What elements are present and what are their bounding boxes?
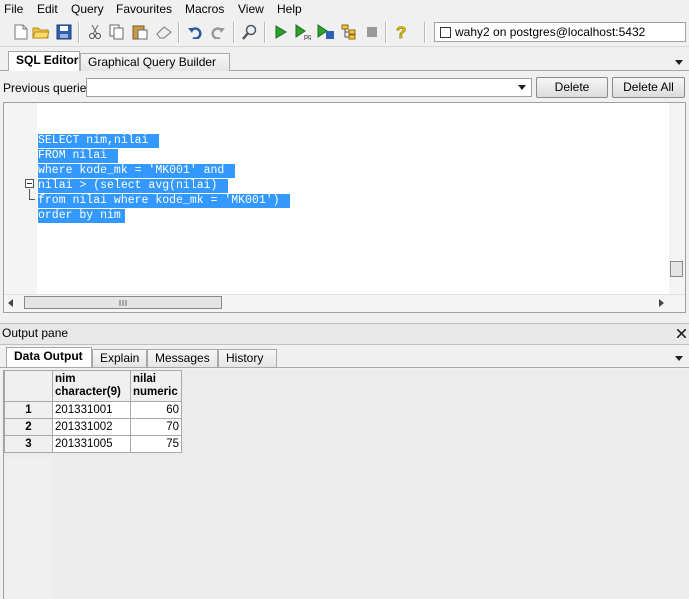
toolbar-separator [233, 22, 235, 43]
column-header-nilai[interactable]: nilai numeric [130, 370, 182, 402]
row-number[interactable]: 3 [4, 435, 53, 453]
explain-icon[interactable] [340, 23, 358, 41]
toolbar-separator [178, 22, 180, 43]
cut-icon[interactable] [86, 23, 104, 41]
sql-line: order by nim [38, 209, 125, 223]
corner-cell[interactable] [4, 370, 53, 402]
new-icon[interactable] [12, 23, 30, 41]
sql-line: FROM nilai [38, 149, 118, 163]
editor-tab-strip: SQL Editor Graphical Query Builder [0, 48, 689, 71]
menu-file[interactable]: File [4, 2, 23, 17]
close-icon[interactable] [677, 329, 686, 338]
cell-nilai[interactable]: 60 [130, 401, 182, 419]
tab-sql-editor[interactable]: SQL Editor [8, 51, 80, 71]
menu-query[interactable]: Query [71, 2, 104, 17]
sql-line: SELECT nim,nilai [38, 134, 160, 148]
sql-line: from nilai where kode_mk = 'MK001') [38, 194, 291, 208]
column-name: nilai [133, 373, 157, 385]
open-icon[interactable] [32, 23, 50, 41]
column-type: character(9) [55, 386, 121, 398]
menu-help[interactable]: Help [277, 2, 302, 17]
tab-messages[interactable]: Messages [147, 349, 218, 367]
scroll-left-icon[interactable] [8, 299, 14, 307]
row-number[interactable]: 1 [4, 401, 53, 419]
table-row[interactable]: 1 201331001 60 [4, 401, 182, 419]
editor-horizontal-scrollbar[interactable] [4, 294, 685, 312]
execute-icon[interactable] [272, 23, 290, 41]
cell-nilai[interactable]: 75 [130, 435, 182, 453]
execute-pgscript-icon[interactable]: pg [294, 23, 312, 41]
toolbar-separator [385, 22, 387, 43]
menu-macros[interactable]: Macros [185, 2, 224, 17]
menu-view[interactable]: View [238, 2, 264, 17]
column-type: numeric [133, 386, 178, 398]
tab-data-output[interactable]: Data Output [6, 347, 92, 367]
connection-label: wahy2 on postgres@localhost:5432 [455, 25, 646, 39]
editor-vertical-scrollbar[interactable] [669, 103, 685, 296]
cell-nim[interactable]: 201331001 [52, 401, 131, 419]
tab-graphical-query-builder[interactable]: Graphical Query Builder [80, 53, 230, 71]
table-row[interactable]: 2 201331002 70 [4, 418, 182, 436]
delete-button[interactable]: Delete [536, 77, 608, 98]
connection-checkbox[interactable] [440, 27, 451, 38]
column-header-nim[interactable]: nim character(9) [52, 370, 131, 402]
result-table: nim character(9) nilai numeric 1 2013310… [4, 370, 182, 453]
execute-to-file-icon[interactable] [317, 23, 335, 41]
output-pane-title: Output pane [2, 326, 69, 340]
toolbar-separator [424, 22, 426, 43]
find-icon[interactable] [241, 23, 259, 41]
svg-text:pg: pg [304, 34, 311, 40]
sql-line: nilai > (select avg(nilai) [38, 179, 229, 193]
menu-bar: File Edit Query Favourites Macros View H… [0, 0, 689, 19]
help-icon[interactable]: ? [393, 23, 411, 41]
paste-icon[interactable] [131, 23, 149, 41]
tab-menu-chevron-icon[interactable] [675, 356, 683, 361]
tab-history[interactable]: History [218, 349, 277, 367]
data-output-grid: nim character(9) nilai numeric 1 2013310… [3, 370, 689, 599]
toolbar-separator [78, 22, 80, 43]
fold-end [29, 199, 35, 200]
connection-selector[interactable]: wahy2 on postgres@localhost:5432 [434, 22, 686, 42]
horizontal-scroll-thumb[interactable] [24, 296, 222, 309]
cell-nim[interactable]: 201331002 [52, 418, 131, 436]
output-pane-header: Output pane [0, 323, 689, 345]
table-header-row: nim character(9) nilai numeric [4, 370, 182, 402]
svg-text:?: ? [396, 23, 406, 41]
cell-nilai[interactable]: 70 [130, 418, 182, 436]
previous-queries-label: Previous queries [3, 81, 93, 95]
table-row[interactable]: 3 201331005 75 [4, 435, 182, 453]
row-header-gutter [4, 457, 52, 599]
cell-nim[interactable]: 201331005 [52, 435, 131, 453]
scroll-right-icon[interactable] [658, 299, 664, 307]
tab-explain[interactable]: Explain [92, 349, 147, 367]
previous-queries-dropdown[interactable] [86, 78, 532, 97]
menu-favourites[interactable]: Favourites [116, 2, 172, 17]
fold-collapse-icon[interactable] [25, 179, 34, 188]
grip-icon [119, 300, 127, 306]
chevron-down-icon [518, 85, 526, 90]
clear-icon[interactable] [155, 23, 173, 41]
delete-all-button[interactable]: Delete All [612, 77, 685, 98]
cancel-icon[interactable] [363, 23, 381, 41]
tab-menu-chevron-icon[interactable] [675, 60, 683, 65]
save-icon[interactable] [55, 23, 73, 41]
sql-editor[interactable]: SELECT nim,nilai FROM nilai where kode_m… [3, 102, 686, 313]
sql-line: where kode_mk = 'MK001' and [38, 164, 236, 178]
redo-icon[interactable] [209, 23, 227, 41]
output-tab-strip: Data Output Explain Messages History [0, 345, 689, 368]
menu-edit[interactable]: Edit [37, 2, 58, 17]
toolbar-separator [264, 22, 266, 43]
vertical-scroll-thumb[interactable] [670, 261, 683, 277]
undo-icon[interactable] [186, 23, 204, 41]
row-number[interactable]: 2 [4, 418, 53, 436]
column-name: nim [55, 373, 76, 385]
copy-icon[interactable] [108, 23, 126, 41]
